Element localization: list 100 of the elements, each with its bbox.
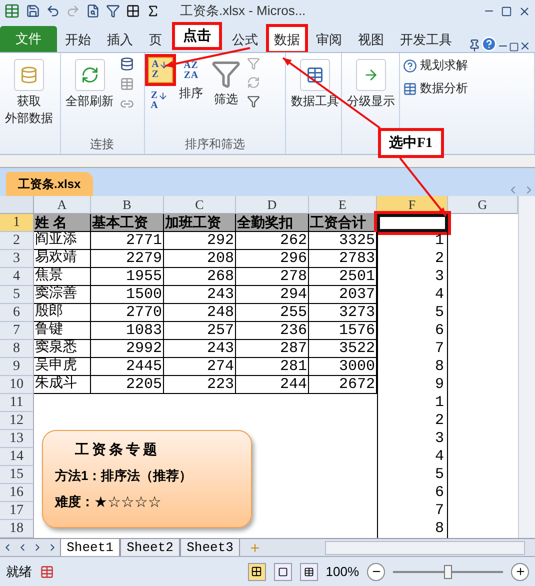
table-cell: 7 [377,502,448,520]
ribbon-tab[interactable]: 公式 [226,26,264,52]
refresh-all-button[interactable]: 全部刷新 [64,57,116,132]
row-header[interactable]: 2 [0,232,34,250]
ribbon-tab[interactable]: 插入 [101,26,139,52]
filter-button[interactable]: 筛选 [208,57,243,132]
page-layout-button[interactable] [274,562,292,580]
group-label: 连接 [89,136,116,153]
row-header[interactable]: 14 [0,448,34,466]
workbook-tab[interactable]: 工资条.xlsx [6,172,93,196]
macro-icon[interactable] [40,564,54,578]
column-header[interactable]: G [448,196,518,214]
row-header[interactable]: 8 [0,340,34,358]
table-cell: 2992 [91,340,164,358]
save-icon[interactable] [26,4,40,18]
connections-icon[interactable] [120,57,134,71]
filled-star-icon: ★ [94,493,108,511]
column-title-cell: 基本工资 [91,214,164,232]
column-header[interactable]: A [34,196,91,214]
data-tools-button[interactable]: 数据工具 [289,57,342,150]
close-icon[interactable] [518,4,531,18]
note-text: 方法1：排序法（推荐） [55,467,194,485]
restore-icon[interactable] [509,42,519,52]
row-header[interactable]: 10 [0,376,34,394]
column-header[interactable]: B [91,196,164,214]
row-header[interactable]: 18 [0,520,34,538]
row-header[interactable]: 15 [0,466,34,484]
column-header[interactable]: E [309,196,377,214]
column-title-cell: 加班工资 [164,214,236,232]
selected-cell[interactable] [377,214,448,232]
ribbon-tab[interactable]: 页 [143,26,168,52]
table-cell: 257 [164,322,236,340]
table-cell: 287 [236,340,309,358]
maximize-icon[interactable] [501,6,512,16]
ribbon-tab[interactable]: 审阅 [310,26,348,52]
row-header[interactable]: 17 [0,502,34,520]
table-cell: 1500 [91,286,164,304]
excel-logo-icon [4,3,20,19]
table-cell: 4 [377,286,448,304]
sheet-tab[interactable]: Sheet1 [60,538,120,556]
advanced-filter-icon[interactable] [246,95,260,108]
row-header[interactable]: 6 [0,304,34,322]
table-cell: 268 [164,268,236,286]
plus-icon [514,566,526,577]
page-break-button[interactable] [300,562,318,580]
row-header[interactable]: 13 [0,430,34,448]
row-header[interactable]: 5 [0,286,34,304]
print-preview-icon[interactable] [86,4,100,18]
sort-ascending-button[interactable]: A Z [148,57,173,83]
table-cell: 262 [236,232,309,250]
close-icon[interactable] [519,40,531,52]
sheet-tab[interactable]: Sheet3 [180,538,240,556]
page-icon [278,566,288,576]
column-header[interactable]: D [236,196,309,214]
zoom-out-button[interactable] [367,562,385,580]
ribbon-tab[interactable]: 视图 [352,26,390,52]
zoom-level: 100% [326,564,359,579]
data-analysis-button[interactable]: 数据分析 [403,80,468,97]
arrow-down-icon [158,91,168,101]
sheet-tab[interactable]: Sheet2 [120,538,180,556]
sum-icon[interactable] [146,4,160,18]
row-header[interactable]: 3 [0,250,34,268]
row-header[interactable]: 9 [0,358,34,376]
table-cell: 2771 [91,232,164,250]
table-cell: 3000 [309,358,377,376]
row-header[interactable]: 7 [0,322,34,340]
borders-icon[interactable] [126,4,140,18]
solver-button[interactable]: 规划求解 [403,57,468,74]
zoom-in-button[interactable] [511,562,529,580]
table-icon [300,59,330,91]
ribbon-tab[interactable]: 开发工具 [394,26,458,52]
horizontal-scrollbar[interactable] [325,540,525,554]
table-cell: 255 [236,304,309,322]
table-cell: 吴申虎 [34,358,91,376]
status-text: 就绪 [6,562,32,580]
empty-star-icon: ☆ [134,493,148,511]
normal-view-button[interactable] [248,562,266,580]
column-header[interactable]: C [164,196,236,214]
column-title-cell: 姓 名 [34,214,91,232]
row-header[interactable]: 16 [0,484,34,502]
table-cell: 274 [164,358,236,376]
table-cell: 窦泉悉 [34,340,91,358]
file-tab[interactable]: 文件 [0,26,57,52]
pin-icon[interactable] [468,39,481,52]
help-icon[interactable] [481,36,497,52]
row-header[interactable]: 4 [0,268,34,286]
undo-icon[interactable] [46,4,60,18]
ribbon-tab[interactable]: 数据 [268,26,306,52]
filter-icon[interactable] [106,4,120,18]
sort-descending-button[interactable]: Z A [148,89,173,113]
ribbon-tab[interactable]: 开始 [59,26,97,52]
question-icon [403,58,418,72]
properties-icon[interactable] [120,77,134,91]
get-external-data-button[interactable]: 获取 外部数据 [3,57,55,150]
row-header[interactable]: 11 [0,394,34,412]
row-header[interactable]: 1 [0,214,34,232]
row-header[interactable]: 12 [0,412,34,430]
table-icon [304,566,314,576]
arrow-right-icon [356,59,386,91]
vertical-scrollbar[interactable] [518,196,535,538]
